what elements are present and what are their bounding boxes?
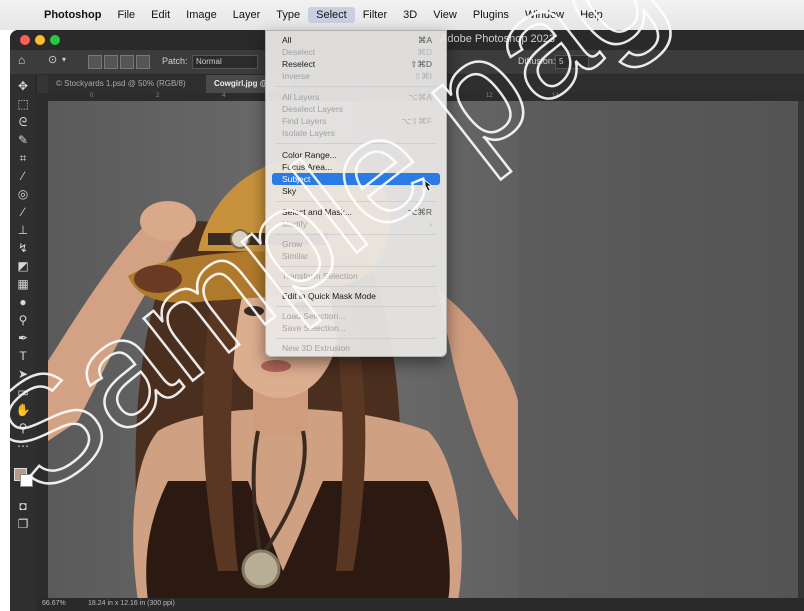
menu-image[interactable]: Image bbox=[178, 7, 225, 23]
menu-item-load-selection[interactable]: Load Selection... bbox=[272, 310, 440, 322]
menu-item-inverse[interactable]: Inverse ⇧⌘I bbox=[272, 70, 440, 82]
ruler-tick: 0 bbox=[90, 93, 94, 99]
menu-item-deselect-layers[interactable]: Deselect Layers bbox=[272, 103, 440, 115]
tools-panel: ✥ ⬚ ᘓ ✎ ⌗ ⁄ ◎ ∕ ⊥ ↯ ◩ ▦ ● ⚲ ✒ T ➤ ▭ ✋ ⚲ … bbox=[10, 74, 37, 611]
minimize-window-button[interactable] bbox=[35, 35, 45, 45]
zoom-window-button[interactable] bbox=[50, 35, 60, 45]
menu-item-subject[interactable]: Subject bbox=[272, 173, 440, 185]
menu-item-transform-selection[interactable]: Transform Selection bbox=[272, 270, 440, 282]
quick-selection-tool-icon[interactable]: ✎ bbox=[14, 132, 32, 148]
more-tools-icon[interactable]: ⋯ bbox=[14, 438, 32, 454]
patch-label: Patch: bbox=[162, 56, 188, 66]
submenu-chevron-icon: › bbox=[429, 219, 432, 229]
crop-tool-icon[interactable]: ⌗ bbox=[14, 150, 32, 166]
brush-tool-icon[interactable]: ∕ bbox=[14, 204, 32, 220]
menu-separator bbox=[276, 306, 436, 307]
tab-stockyards[interactable]: © Stockyards 1.psd @ 50% (RGB/8) bbox=[48, 75, 212, 93]
menu-separator bbox=[276, 338, 436, 339]
menu-item-save-selection[interactable]: Save Selection... bbox=[272, 322, 440, 334]
menu-item-reselect[interactable]: Reselect ⇧⌘D bbox=[272, 58, 440, 70]
menu-item-deselect[interactable]: Deselect ⌘D bbox=[272, 46, 440, 58]
menu-plugins[interactable]: Plugins bbox=[465, 7, 517, 23]
eyedropper-tool-icon[interactable]: ⁄ bbox=[14, 168, 32, 184]
menu-item-all-layers[interactable]: All Layers ⌥⌘A bbox=[272, 91, 440, 103]
mouse-cursor-icon bbox=[422, 178, 432, 192]
status-bar: 66.67% 18.24 in x 12.16 in (300 ppi) bbox=[36, 598, 804, 611]
ruler-tick: 12 bbox=[486, 93, 493, 99]
menu-window[interactable]: Window bbox=[517, 7, 572, 23]
vertical-ruler bbox=[36, 93, 48, 598]
menu-view[interactable]: View bbox=[425, 7, 465, 23]
menu-item-focus-area[interactable]: Focus Area... bbox=[272, 161, 440, 173]
zoom-level[interactable]: 66.67% bbox=[42, 600, 66, 607]
menu-item-isolate-layers[interactable]: Isolate Layers bbox=[272, 127, 440, 139]
document-info: 18.24 in x 12.16 in (300 ppi) bbox=[88, 600, 175, 607]
patch-tool-icon[interactable]: ◎ bbox=[14, 186, 32, 202]
ruler-tick: 14 bbox=[552, 93, 559, 99]
ruler-tick: 2 bbox=[156, 93, 160, 99]
patch-tool-icon[interactable]: ⊙ bbox=[48, 53, 57, 66]
menu-item-new-3d-extrusion[interactable]: New 3D Extrusion bbox=[272, 342, 440, 354]
mac-menu-bar: Photoshop File Edit Image Layer Type Sel… bbox=[0, 0, 804, 30]
history-brush-tool-icon[interactable]: ↯ bbox=[14, 240, 32, 256]
menu-item-sky[interactable]: Sky bbox=[272, 185, 440, 197]
marquee-tool-icon[interactable]: ⬚ bbox=[14, 96, 32, 112]
menu-item-all[interactable]: All ⌘A bbox=[272, 34, 440, 46]
menu-item-select-and-mask[interactable]: Select and Mask... ⌥⌘R bbox=[272, 206, 440, 218]
new-selection-button[interactable] bbox=[88, 55, 102, 69]
quick-mask-icon[interactable]: ◘ bbox=[14, 498, 32, 514]
rectangle-tool-icon[interactable]: ▭ bbox=[14, 384, 32, 400]
add-selection-button[interactable] bbox=[104, 55, 118, 69]
window-title: Adobe Photoshop 2023 bbox=[440, 33, 555, 45]
gradient-tool-icon[interactable]: ▦ bbox=[14, 276, 32, 292]
pen-tool-icon[interactable]: ✒ bbox=[14, 330, 32, 346]
home-icon[interactable]: ⌂ bbox=[18, 53, 25, 67]
menu-item-grow[interactable]: Grow bbox=[272, 238, 440, 250]
menu-separator bbox=[276, 143, 436, 144]
background-color-swatch[interactable] bbox=[20, 474, 33, 487]
menu-item-similar[interactable]: Similar bbox=[272, 250, 440, 262]
menu-item-modify[interactable]: Modify › bbox=[272, 218, 440, 230]
menu-help[interactable]: Help bbox=[572, 7, 611, 23]
clone-stamp-tool-icon[interactable]: ⊥ bbox=[14, 222, 32, 238]
menu-separator bbox=[276, 86, 436, 87]
intersect-selection-button[interactable] bbox=[136, 55, 150, 69]
subtract-selection-button[interactable] bbox=[120, 55, 134, 69]
menu-3d[interactable]: 3D bbox=[395, 7, 425, 23]
menu-separator bbox=[276, 286, 436, 287]
menu-separator bbox=[276, 266, 436, 267]
menu-layer[interactable]: Layer bbox=[225, 7, 269, 23]
ruler-tick: 4 bbox=[222, 93, 226, 99]
menu-file[interactable]: File bbox=[109, 7, 143, 23]
lasso-tool-icon[interactable]: ᘓ bbox=[14, 114, 32, 130]
canvas-background bbox=[518, 101, 798, 601]
diffusion-label: Diffusion: bbox=[518, 56, 556, 66]
menu-item-quick-mask[interactable]: Edit in Quick Mask Mode bbox=[272, 290, 440, 302]
menu-separator bbox=[276, 201, 436, 202]
menu-separator bbox=[276, 234, 436, 235]
menu-select[interactable]: Select bbox=[308, 7, 355, 23]
menu-filter[interactable]: Filter bbox=[355, 7, 395, 23]
menu-photoshop[interactable]: Photoshop bbox=[36, 7, 109, 23]
type-tool-icon[interactable]: T bbox=[14, 348, 32, 364]
screen-mode-icon[interactable]: ❐ bbox=[14, 516, 32, 532]
select-menu: All ⌘A Deselect ⌘D Reselect ⇧⌘D Inverse ⇧⌘I … bbox=[265, 30, 447, 357]
menu-edit[interactable]: Edit bbox=[143, 7, 178, 23]
tool-preset-chevron-icon[interactable]: ▾ bbox=[62, 55, 66, 64]
patch-mode-select[interactable]: Normal bbox=[192, 55, 258, 69]
dodge-tool-icon[interactable]: ⚲ bbox=[14, 312, 32, 328]
close-window-button[interactable] bbox=[20, 35, 30, 45]
menu-type[interactable]: Type bbox=[268, 7, 308, 23]
path-selection-tool-icon[interactable]: ➤ bbox=[14, 366, 32, 382]
zoom-tool-icon[interactable]: ⚲ bbox=[14, 420, 32, 436]
diffusion-select[interactable]: 5 bbox=[555, 55, 589, 69]
eraser-tool-icon[interactable]: ◩ bbox=[14, 258, 32, 274]
move-tool-icon[interactable]: ✥ bbox=[14, 78, 32, 94]
menu-item-find-layers[interactable]: Find Layers ⌥⇧⌘F bbox=[272, 115, 440, 127]
menu-item-color-range[interactable]: Color Range... bbox=[272, 149, 440, 161]
blur-tool-icon[interactable]: ● bbox=[14, 294, 32, 310]
hand-tool-icon[interactable]: ✋ bbox=[14, 402, 32, 418]
